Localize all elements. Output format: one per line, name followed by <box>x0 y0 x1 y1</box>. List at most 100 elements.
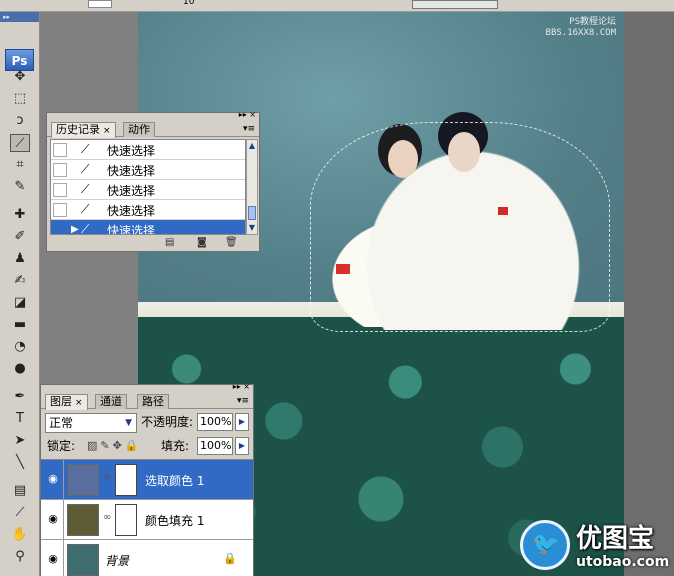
snapshot-checkbox[interactable] <box>53 183 67 197</box>
snapshot-checkbox[interactable] <box>53 163 67 177</box>
quick-selection-icon: ⟋ <box>81 162 90 176</box>
fill-slider-arrow-icon[interactable]: ▶ <box>235 437 249 455</box>
divider <box>63 460 64 500</box>
history-item-label: 快速选择 <box>107 224 156 235</box>
layer-name[interactable]: 选取颜色 1 <box>145 472 204 489</box>
brush-size-value[interactable]: 10 <box>183 0 194 7</box>
fill-input[interactable]: 100% <box>197 437 233 455</box>
tab-actions[interactable]: 动作 <box>123 122 155 137</box>
trash-icon[interactable]: 🗑 <box>225 237 238 248</box>
layers-panel-titlebar[interactable]: ▸▸ × <box>41 382 253 393</box>
history-item[interactable]: ⟋ 快速选择 <box>51 180 245 200</box>
lock-row: 锁定: ▨✎✥🔒 填充: 100% ▶ <box>45 437 251 457</box>
gradient-tool-icon[interactable]: ▬ <box>10 316 30 334</box>
clone-stamp-tool-icon[interactable]: ♟ <box>10 250 30 268</box>
quick-selection-icon: ⟋ <box>81 142 90 156</box>
blur-tool-icon[interactable]: ◔ <box>10 338 30 356</box>
visibility-eye-icon[interactable]: ◉ <box>45 512 61 526</box>
divider <box>63 500 64 540</box>
move-tool-icon[interactable]: ✥ <box>10 68 30 86</box>
bird-icon: 🐦 <box>532 532 560 557</box>
tab-layers[interactable]: 图层 × <box>45 394 88 410</box>
layer-thumbnail[interactable] <box>67 544 99 576</box>
lock-options-icons[interactable]: ▨✎✥🔒 <box>87 437 142 455</box>
history-item[interactable]: ▶ ⟋ 快速选择 <box>51 220 245 235</box>
snapshot-checkbox[interactable] <box>53 223 67 234</box>
panel-menu-icon[interactable]: ▾≡ <box>237 396 249 406</box>
history-item[interactable]: ⟋ 快速选择 <box>51 140 245 160</box>
new-snapshot-icon[interactable]: ◙ <box>197 237 207 248</box>
line-tool-icon[interactable]: ╲ <box>10 454 30 472</box>
scroll-up-icon[interactable]: ▲ <box>247 140 257 152</box>
tool-option-field[interactable] <box>88 0 112 8</box>
crop-tool-icon[interactable]: ⌗ <box>10 156 30 174</box>
eraser-tool-icon[interactable]: ◪ <box>10 294 30 312</box>
eyedropper-tool-icon[interactable]: ✎ <box>10 178 30 196</box>
scroll-thumb[interactable] <box>248 206 256 220</box>
tab-paths[interactable]: 路径 <box>137 394 169 409</box>
watermark-line1: PS教程论坛 <box>569 17 616 27</box>
refine-edge-button[interactable] <box>412 0 498 9</box>
marquee-tool-icon[interactable]: ⬚ <box>10 90 30 108</box>
tab-close-icon[interactable]: × <box>75 398 83 408</box>
layers-tabs: 图层 × 通道 路径 ▾≡ <box>41 393 253 410</box>
layer-row[interactable]: ◉ ∞ 颜色填充 1 <box>41 500 253 540</box>
path-selection-tool-icon[interactable]: ➤ <box>10 432 30 450</box>
layer-thumbnail[interactable] <box>67 504 99 536</box>
opacity-slider-arrow-icon[interactable]: ▶ <box>235 413 249 431</box>
history-state-pointer-icon[interactable]: ▶ <box>71 224 79 234</box>
eyedropper2-tool-icon[interactable]: ⟋ <box>10 504 30 522</box>
brush-tool-icon[interactable]: ✐ <box>10 228 30 246</box>
opacity-input[interactable]: 100% <box>197 413 233 431</box>
workspace-background <box>624 12 674 576</box>
lock-label: 锁定: <box>47 439 76 453</box>
notes-tool-icon[interactable]: ▤ <box>10 482 30 500</box>
blend-mode-select[interactable]: 正常 ▼ <box>45 413 137 433</box>
site-watermark: 🐦 优图宝 utobao.com <box>520 516 670 574</box>
history-scrollbar[interactable]: ▲ ▼ <box>246 139 258 235</box>
hand-tool-icon[interactable]: ✋ <box>10 526 30 544</box>
watermark-url: utobao.com <box>576 554 670 570</box>
zoom-tool-icon[interactable]: ⚲ <box>10 548 30 566</box>
layer-name[interactable]: 背景 <box>105 552 129 569</box>
scroll-down-icon[interactable]: ▼ <box>247 222 257 234</box>
layer-thumbnail[interactable] <box>67 464 99 496</box>
chain-link-icon[interactable]: ∞ <box>103 472 111 483</box>
history-tabs: 历史记录 × 动作 ▾≡ <box>47 121 259 138</box>
layer-row[interactable]: ◉ ∞ 选取颜色 1 <box>41 460 253 500</box>
selection-marquee <box>310 122 610 332</box>
layer-mask-thumbnail[interactable] <box>115 504 137 536</box>
panel-menu-icon[interactable]: ▾≡ <box>243 124 255 134</box>
lasso-tool-icon[interactable]: ↄ <box>10 112 30 130</box>
quick-selection-icon: ⟋ <box>81 202 90 216</box>
visibility-eye-icon[interactable]: ◉ <box>45 552 61 566</box>
watermark-line2: BBS.16XX8.COM <box>545 28 616 38</box>
type-tool-icon[interactable]: T <box>10 410 30 428</box>
toolbox-grip[interactable]: ▸▸ <box>0 12 39 22</box>
history-item[interactable]: ⟋ 快速选择 <box>51 160 245 180</box>
panel-collapse-icon[interactable]: ▸▸ × <box>239 110 256 119</box>
tab-close-icon[interactable]: × <box>103 126 111 136</box>
tab-history[interactable]: 历史记录 × <box>51 122 116 138</box>
chain-link-icon[interactable]: ∞ <box>103 512 111 523</box>
tab-actions-label: 动作 <box>128 123 150 136</box>
healing-brush-tool-icon[interactable]: ✚ <box>10 206 30 224</box>
panel-collapse-icon[interactable]: ▸▸ × <box>233 382 250 391</box>
pen-tool-icon[interactable]: ✒ <box>10 388 30 406</box>
snapshot-checkbox[interactable] <box>53 203 67 217</box>
visibility-eye-icon[interactable]: ◉ <box>45 472 61 486</box>
tab-history-label: 历史记录 <box>56 123 100 136</box>
history-panel: ▸▸ × 历史记录 × 动作 ▾≡ ⟋ 快速选择 ⟋ 快速选择 ⟋ 快速选择 ⟋ 快速选择 ▶ ⟋ 快… <box>46 110 260 252</box>
history-panel-titlebar[interactable]: ▸▸ × <box>47 110 259 121</box>
blend-mode-value: 正常 <box>49 416 74 430</box>
layer-row[interactable]: ◉ 背景 🔒 <box>41 540 253 576</box>
history-item[interactable]: ⟋ 快速选择 <box>51 200 245 220</box>
layer-mask-thumbnail[interactable] <box>115 464 137 496</box>
quick-selection-tool-icon[interactable]: ⟋ <box>10 134 30 152</box>
tab-channels[interactable]: 通道 <box>95 394 127 409</box>
dodge-tool-icon[interactable]: ● <box>10 360 30 378</box>
layer-name[interactable]: 颜色填充 1 <box>145 512 204 529</box>
new-document-from-state-icon[interactable]: ▤ <box>165 237 174 248</box>
history-brush-tool-icon[interactable]: ✍ <box>10 272 30 290</box>
snapshot-checkbox[interactable] <box>53 143 67 157</box>
